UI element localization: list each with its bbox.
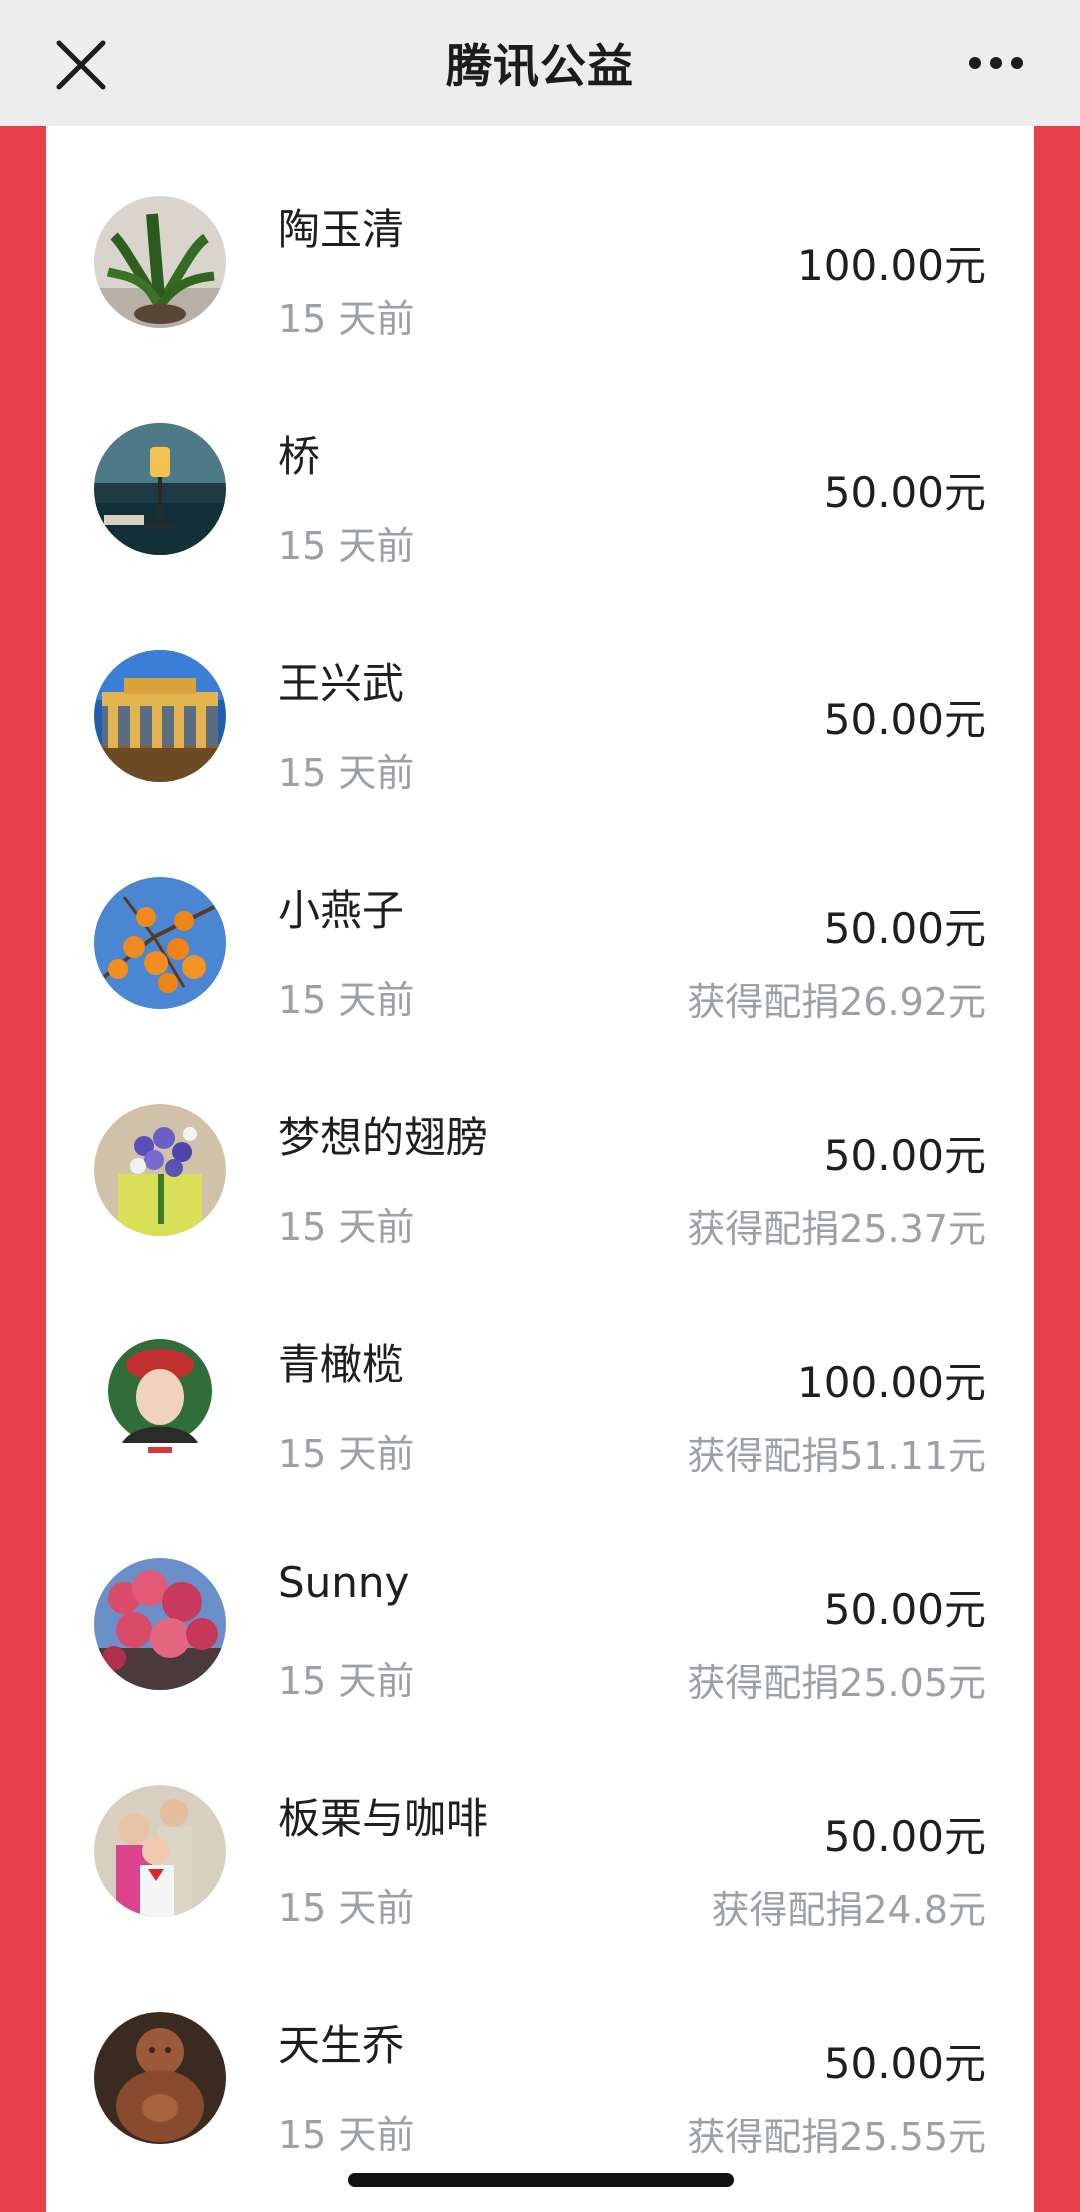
donation-time: 15 天前 xyxy=(278,297,415,341)
donation-time: 15 天前 xyxy=(278,1659,415,1703)
donation-amount: 50.00元 xyxy=(823,1812,986,1861)
donation-amount: 50.00元 xyxy=(823,468,986,517)
donation-row[interactable]: 陶玉清 15 天前 100.00元 xyxy=(46,126,1034,353)
avatar xyxy=(94,423,226,555)
avatar xyxy=(94,650,226,782)
avatar xyxy=(94,1785,226,1917)
donation-time: 15 天前 xyxy=(278,2113,415,2157)
page-title: 腾讯公益 xyxy=(446,39,634,93)
avatar xyxy=(94,196,226,328)
donation-time: 15 天前 xyxy=(278,1205,415,1249)
donation-amount: 100.00元 xyxy=(797,241,986,290)
donation-row[interactable]: 桥 15 天前 50.00元 xyxy=(46,353,1034,580)
donation-amount: 50.00元 xyxy=(823,1131,986,1180)
donation-amount: 50.00元 xyxy=(823,1585,986,1634)
navigation-bar: 腾讯公益 xyxy=(0,0,1080,126)
donation-row[interactable]: 梦想的翅膀 15 天前 50.00元 获得配捐25.37元 xyxy=(46,1034,1034,1261)
donor-name: 王兴武 xyxy=(278,659,405,708)
donation-amount: 50.00元 xyxy=(823,904,986,953)
donor-name: 板栗与咖啡 xyxy=(278,1794,489,1843)
donation-time: 15 天前 xyxy=(278,1886,415,1930)
matched-donation: 获得配捐26.92元 xyxy=(687,980,986,1024)
donor-name: Sunny xyxy=(278,1558,410,1607)
donation-time: 15 天前 xyxy=(278,978,415,1022)
avatar xyxy=(94,1331,226,1463)
matched-donation: 获得配捐51.11元 xyxy=(687,1434,986,1478)
donation-row[interactable]: 天生乔 15 天前 50.00元 获得配捐25.55元 xyxy=(46,1942,1034,2169)
more-icon[interactable] xyxy=(960,38,1040,88)
donation-amount: 50.00元 xyxy=(823,2039,986,2088)
matched-donation: 获得配捐25.37元 xyxy=(687,1207,986,1251)
donation-time: 15 天前 xyxy=(278,751,415,795)
donor-name: 梦想的翅膀 xyxy=(278,1113,489,1162)
donation-row[interactable]: 青橄榄 15 天前 100.00元 获得配捐51.11元 xyxy=(46,1261,1034,1488)
donation-time: 15 天前 xyxy=(278,1432,415,1476)
avatar xyxy=(94,1104,226,1236)
donation-amount: 100.00元 xyxy=(797,1358,986,1407)
donation-amount: 50.00元 xyxy=(823,695,986,744)
donation-list: 陶玉清 15 天前 100.00元 桥 15 天前 50.00元 王兴武 15 … xyxy=(46,126,1034,2212)
donor-name: 天生乔 xyxy=(278,2021,405,2070)
avatar xyxy=(94,2012,226,2144)
donor-name: 桥 xyxy=(278,432,321,481)
avatar xyxy=(94,877,226,1009)
donation-row[interactable]: 板栗与咖啡 15 天前 50.00元 获得配捐24.8元 xyxy=(46,1715,1034,1942)
matched-donation: 获得配捐24.8元 xyxy=(711,1888,986,1932)
donor-name: 陶玉清 xyxy=(278,205,405,254)
home-indicator[interactable] xyxy=(348,2173,734,2187)
donation-time: 15 天前 xyxy=(278,524,415,568)
donor-name: 青橄榄 xyxy=(278,1340,405,1389)
matched-donation: 获得配捐25.55元 xyxy=(687,2115,986,2159)
donation-row[interactable]: 王兴武 15 天前 50.00元 xyxy=(46,580,1034,807)
matched-donation: 获得配捐25.05元 xyxy=(687,1661,986,1705)
donation-row[interactable]: Sunny 15 天前 50.00元 获得配捐25.05元 xyxy=(46,1488,1034,1715)
avatar xyxy=(94,1558,226,1690)
donation-row[interactable]: 小燕子 15 天前 50.00元 获得配捐26.92元 xyxy=(46,807,1034,1034)
donor-name: 小燕子 xyxy=(278,886,405,935)
